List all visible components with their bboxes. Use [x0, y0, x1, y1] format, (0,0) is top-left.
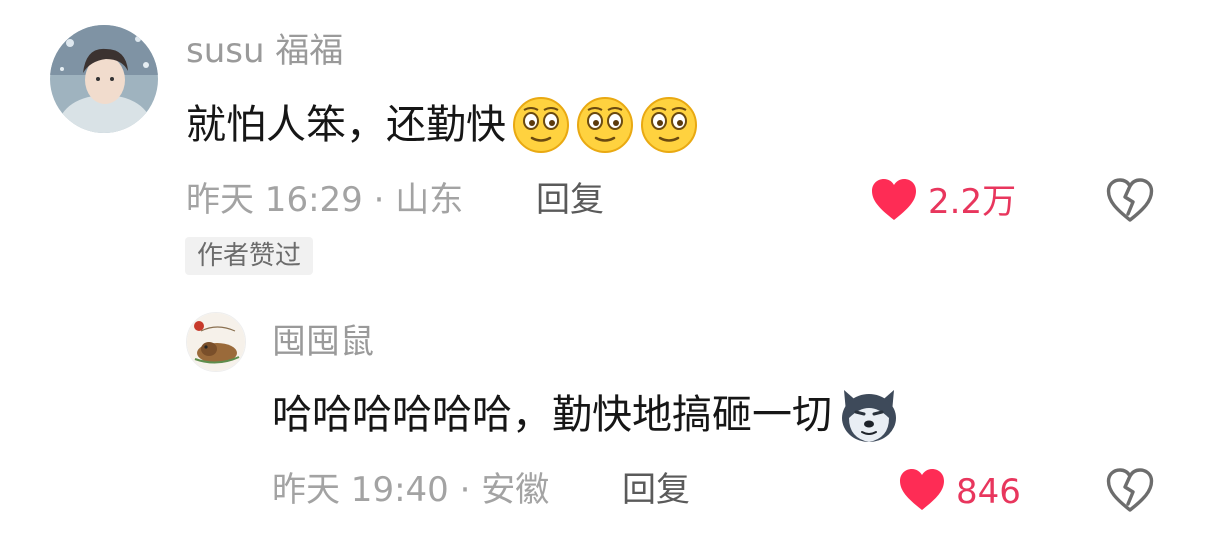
broken-heart-icon	[1106, 178, 1154, 226]
username[interactable]: susu 福福	[186, 31, 343, 71]
heart-icon	[898, 468, 946, 516]
reply-button[interactable]: 回复	[536, 180, 604, 220]
reply-body: 哈哈哈哈哈哈，勤快地搞砸一切	[272, 392, 832, 438]
reply-username[interactable]: 囤囤鼠	[272, 322, 374, 362]
smirk-face-emoji-1	[512, 96, 570, 154]
reply-text: 哈哈哈哈哈哈，勤快地搞砸一切	[272, 386, 900, 444]
like-count: 2.2万	[928, 182, 1017, 222]
reply-timestamp-location: 昨天 19:40 · 安徽	[272, 470, 550, 510]
reply-like-button[interactable]: 846	[898, 468, 1021, 516]
comment-thread: susu 福福 就怕人笨，还勤快 昨天 16:29 · 山东 回复 2.2万 作…	[0, 0, 1206, 534]
comment-text: 就怕人笨，还勤快	[186, 96, 698, 154]
comment-timestamp-location: 昨天 16:29 · 山东	[186, 180, 464, 220]
broken-heart-icon	[1106, 468, 1154, 516]
reply-like-count: 846	[956, 472, 1021, 512]
comment-body: 就怕人笨，还勤快	[186, 102, 506, 148]
husky-dog-emoji	[838, 386, 900, 444]
reply-dislike-button[interactable]	[1106, 468, 1154, 516]
reply-reply-button[interactable]: 回复	[622, 470, 690, 510]
smirk-face-emoji-3	[640, 96, 698, 154]
smirk-face-emoji-2	[576, 96, 634, 154]
heart-icon	[870, 178, 918, 226]
reply-user-avatar[interactable]	[186, 312, 246, 372]
author-liked-badge: 作者赞过	[185, 237, 314, 275]
user-avatar[interactable]	[50, 25, 158, 133]
like-button[interactable]: 2.2万	[870, 178, 1016, 226]
dislike-button[interactable]	[1106, 178, 1154, 226]
